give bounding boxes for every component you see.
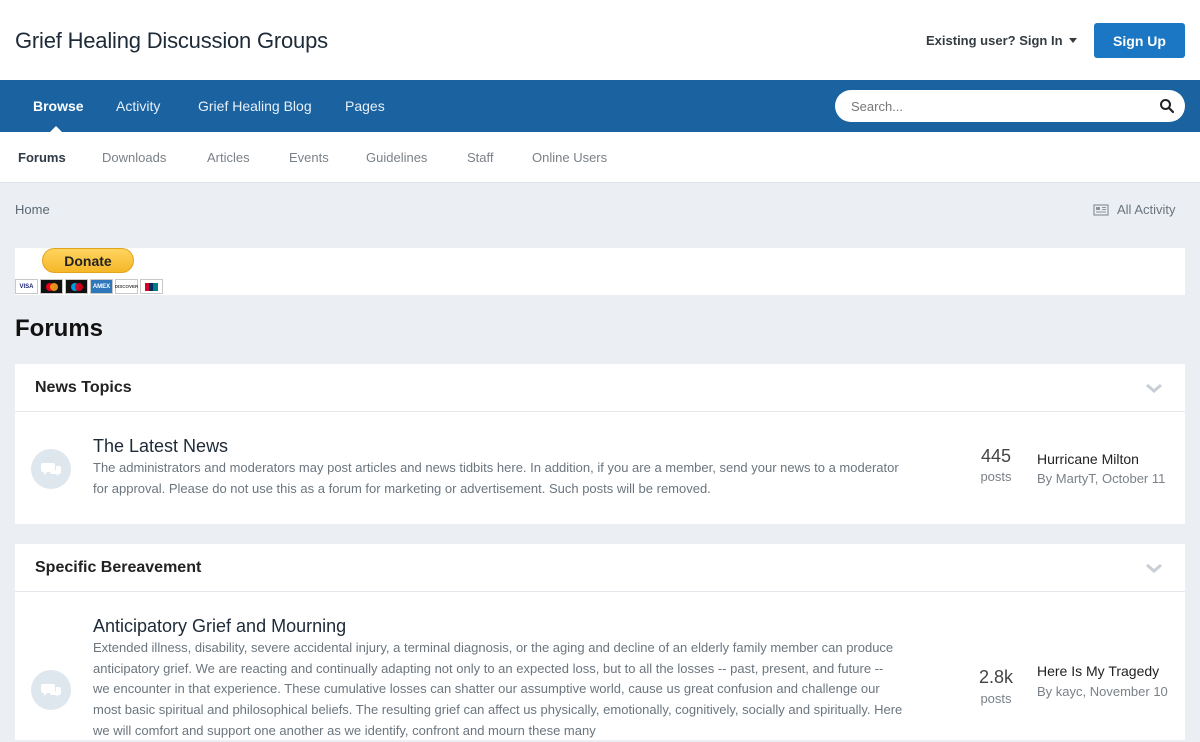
nav-browse[interactable]: Browse — [33, 98, 84, 114]
last-post-author: By kayc, November 10 — [1037, 684, 1168, 699]
chevron-down-icon[interactable] — [1145, 382, 1163, 394]
category-title: News Topics — [35, 379, 132, 396]
nav-pages[interactable]: Pages — [345, 98, 385, 114]
search-input[interactable] — [851, 90, 1141, 122]
posts-label: posts — [980, 469, 1012, 484]
forum-title[interactable]: The Latest News — [93, 436, 228, 457]
all-activity-label: All Activity — [1117, 202, 1176, 217]
secondary-nav: Forums Downloads Articles Events Guideli… — [0, 132, 1200, 183]
category-title: Specific Bereavement — [35, 559, 202, 576]
nav-activity[interactable]: Activity — [116, 98, 160, 114]
sign-in-dropdown[interactable]: Existing user? Sign In — [926, 33, 1077, 48]
subnav-staff[interactable]: Staff — [467, 150, 494, 165]
breadcrumb: Home All Activity — [0, 183, 1200, 227]
donate-button[interactable]: Donate — [42, 248, 134, 273]
search-box — [835, 90, 1185, 122]
category-header: Specific Bereavement — [15, 544, 1185, 592]
page-title: Forums — [15, 315, 104, 342]
posts-count: 445 — [980, 446, 1012, 466]
newspaper-icon — [1093, 203, 1109, 216]
all-activity-link[interactable]: All Activity — [1093, 202, 1176, 217]
visa-card-label: VISA — [19, 283, 34, 290]
amex-card-icon: AMEX — [90, 279, 113, 294]
subnav-downloads[interactable]: Downloads — [102, 150, 166, 165]
sign-in-label: Existing user? Sign In — [926, 33, 1063, 48]
forum-chat-icon — [31, 670, 71, 710]
category-header: News Topics — [15, 364, 1185, 412]
search-icon[interactable] — [1159, 98, 1175, 114]
chevron-down-icon[interactable] — [1145, 562, 1163, 574]
visa-card-icon: VISA — [15, 279, 38, 294]
forum-title[interactable]: Anticipatory Grief and Mourning — [93, 616, 346, 637]
category-news-topics: News Topics The Latest News The administ… — [15, 364, 1185, 524]
subnav-articles[interactable]: Articles — [207, 150, 250, 165]
caret-down-icon — [1068, 38, 1077, 43]
sign-up-button[interactable]: Sign Up — [1094, 23, 1185, 58]
forum-description: The administrators and moderators may po… — [93, 460, 899, 496]
last-post-title[interactable]: Hurricane Milton — [1037, 451, 1182, 467]
unionpay-card-icon — [140, 279, 163, 294]
subnav-online-users[interactable]: Online Users — [532, 150, 607, 165]
posts-label: posts — [980, 691, 1012, 706]
discover-card-icon: DISCOVER — [115, 279, 138, 294]
nav-grief-healing-blog[interactable]: Grief Healing Blog — [198, 98, 312, 114]
last-post-author: By MartyT, October 11 — [1037, 471, 1166, 486]
site-title[interactable]: Grief Healing Discussion Groups — [15, 28, 328, 54]
amex-card-label: AMEX — [92, 283, 111, 290]
last-post-title[interactable]: Here Is My Tragedy — [1037, 663, 1182, 679]
subnav-forums[interactable]: Forums — [18, 150, 66, 165]
subnav-events[interactable]: Events — [289, 150, 329, 165]
forum-description: Extended illness, disability, severe acc… — [93, 640, 903, 738]
subnav-guidelines[interactable]: Guidelines — [366, 150, 427, 165]
forum-chat-icon — [31, 449, 71, 489]
payment-cards: VISA AMEX DISCOVER — [15, 279, 163, 294]
category-specific-bereavement: Specific Bereavement Anticipatory Grief … — [15, 544, 1185, 740]
donate-widget: Donate VISA AMEX DISCOVER — [15, 248, 1185, 295]
mastercard-icon — [40, 279, 63, 294]
discover-card-label: DISCOVER — [114, 284, 139, 289]
posts-count: 2.8k — [978, 667, 1014, 687]
site-header: Grief Healing Discussion Groups Existing… — [0, 0, 1200, 80]
maestro-card-icon — [65, 279, 88, 294]
breadcrumb-home[interactable]: Home — [15, 202, 50, 217]
